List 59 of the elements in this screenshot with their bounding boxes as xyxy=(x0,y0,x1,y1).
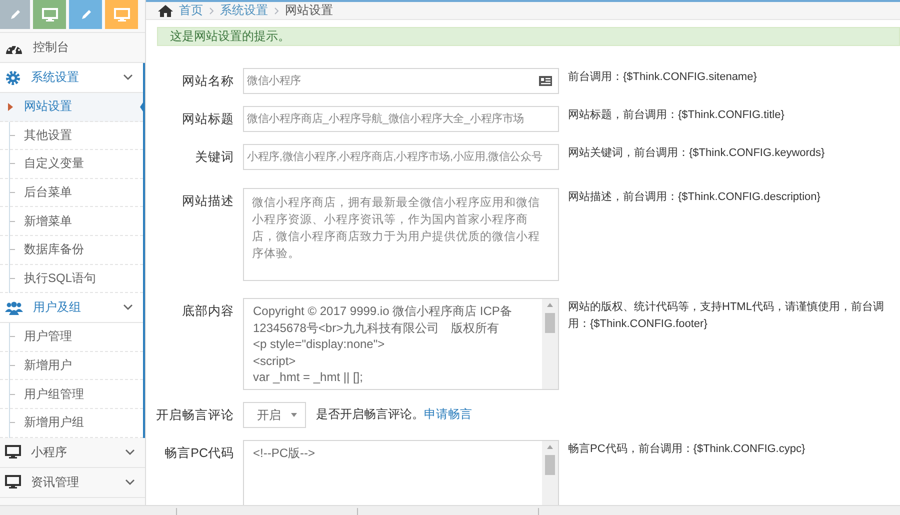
sidebar-subitem[interactable]: 新增菜单 xyxy=(0,207,143,236)
field-label: 网站名称 xyxy=(181,73,235,90)
chevron-icon xyxy=(125,448,135,456)
pencil-icon xyxy=(8,8,22,22)
input-field[interactable]: 微信小程序商店_小程序导航_微信小程序大全_小程序市场 xyxy=(243,106,559,132)
sidebar-subitem[interactable]: 用户管理 xyxy=(0,323,143,352)
sidebar-subitem[interactable]: 后台菜单 xyxy=(0,178,143,208)
field-label: 关键词 xyxy=(194,149,235,166)
sidebar-subitem[interactable]: 其他设置 xyxy=(0,122,143,150)
breadcrumb-link[interactable]: 首页 xyxy=(179,2,203,19)
monitor-icon xyxy=(5,475,21,490)
code-textarea[interactable]: Copyright © 2017 9999.io 微信小程序商店 ICP备 12345678号<br>九九科技有限公司 版权所有 <p style="display:none"> <script> var _hmt = _hmt || []; xyxy=(243,298,559,390)
field-label: 开启畅言评论 xyxy=(155,407,235,424)
shortcut-button[interactable] xyxy=(33,0,66,29)
separator-icon xyxy=(274,6,279,14)
sidebar-subitem[interactable]: 用户组管理 xyxy=(0,380,143,409)
help-text: 网站的版权、统计代码等，支持HTML代码，请谨慎使用，前台调用：{$Think.CONFIG.footer} xyxy=(568,300,885,332)
sidebar-item[interactable]: 用户及组 xyxy=(0,293,143,324)
textarea-field[interactable]: 微信小程序商店，拥有最新最全微信小程序应用和微信小程序资源、小程序资讯等，作为国内首家小程序商店，微信小程序商店致力于为用户提供优质的微信小程序体验。 xyxy=(243,188,559,281)
users-icon xyxy=(5,300,23,315)
dropdown-arrow-icon xyxy=(291,413,297,417)
home-icon xyxy=(158,4,173,16)
sidebar-item[interactable]: 资讯管理 xyxy=(0,468,145,498)
help-text: 网站关键词，前台调用：{$Think.CONFIG.keywords} xyxy=(568,146,826,161)
sidebar-subitem[interactable]: 网站设置 xyxy=(0,93,143,122)
field-label: 网站描述 xyxy=(181,193,235,210)
shortcut-button[interactable] xyxy=(105,0,138,29)
hint-text: 是否开启畅言评论。 xyxy=(316,407,424,421)
help-text: 前台调用：{$Think.CONFIG.sitename} xyxy=(568,70,758,85)
breadcrumb-link[interactable]: 系统设置 xyxy=(220,2,268,19)
sidebar-subitem[interactable]: 新增用户 xyxy=(0,352,143,380)
sidebar-item[interactable]: 系统设置 xyxy=(0,63,143,93)
chevron-icon xyxy=(123,304,133,312)
help-text: 网站标题，前台调用：{$Think.CONFIG.title} xyxy=(568,108,786,123)
field-label: 畅言PC代码 xyxy=(164,445,235,462)
chevron-icon xyxy=(123,74,133,81)
chevron-icon xyxy=(125,478,135,486)
monitor-icon xyxy=(5,445,21,460)
code-textarea[interactable]: <!--PC版--> xyxy=(243,440,559,505)
help-text: 网站描述，前台调用：{$Think.CONFIG.description} xyxy=(568,190,822,205)
monitor-icon xyxy=(42,8,58,22)
sidebar-item[interactable]: 小程序 xyxy=(0,438,145,468)
separator-icon xyxy=(209,6,214,14)
select-dropdown[interactable]: 开启 xyxy=(243,402,306,428)
sidebar-subitem[interactable]: 自定义变量 xyxy=(0,150,143,179)
field-label: 网站标题 xyxy=(181,111,235,128)
alert-message: 这是网站设置的提示。 xyxy=(157,27,900,46)
field-label: 底部内容 xyxy=(181,303,235,320)
breadcrumb-current: 网站设置 xyxy=(285,2,333,19)
monitor-icon xyxy=(114,8,130,22)
apply-link[interactable]: 申请畅言 xyxy=(424,407,472,421)
help-text: 畅言PC代码，前台调用：{$Think.CONFIG.cypc} xyxy=(568,442,806,457)
id-card-icon xyxy=(539,76,552,86)
gear-icon xyxy=(5,70,21,86)
input-field[interactable]: 小程序,微信小程序,小程序商店,小程序市场,小应用,微信公众号 xyxy=(243,144,559,170)
shortcut-button[interactable] xyxy=(69,0,102,29)
shortcut-button[interactable] xyxy=(0,0,30,29)
input-field[interactable]: 微信小程序 xyxy=(243,68,559,94)
sidebar-subitem[interactable]: 数据库备份 xyxy=(0,236,143,265)
